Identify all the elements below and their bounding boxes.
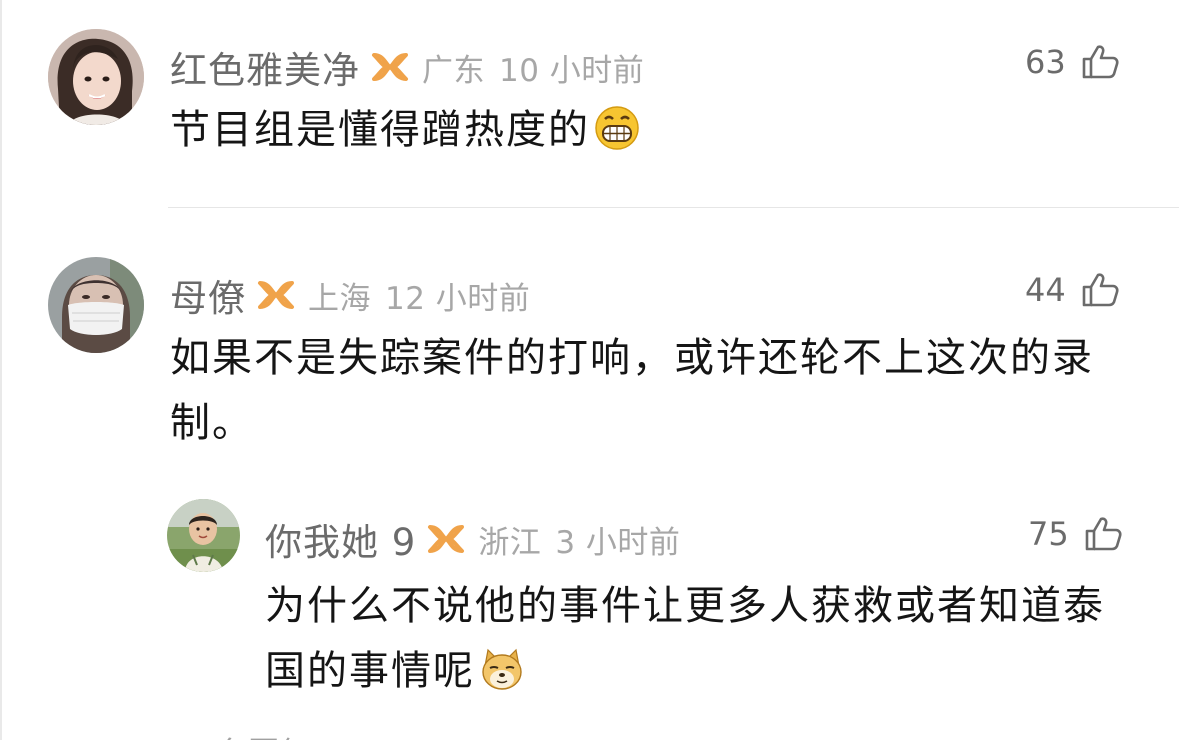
more-replies-link[interactable]: 12 条回复 <box>168 728 310 740</box>
thumbs-up-icon <box>1083 514 1123 554</box>
like-count: 63 <box>1025 43 1066 81</box>
comment-text: 如果不是失踪案件的打响，或许还轮不上这次的录制。 <box>170 335 1094 446</box>
avatar[interactable] <box>48 29 144 125</box>
timestamp: 12 小时前 <box>385 280 531 317</box>
timestamp: 10 小时前 <box>499 52 645 89</box>
comment-meta: 红色雅美净 广东 10 小时前 <box>170 40 644 94</box>
avatar[interactable] <box>48 257 144 353</box>
location: 浙江 <box>478 524 542 561</box>
like-button[interactable]: 44 <box>1025 270 1120 310</box>
username[interactable]: 母僚 <box>170 268 246 322</box>
doge-emoji-icon <box>479 646 525 692</box>
grin-emoji-icon <box>594 105 640 151</box>
location: 上海 <box>308 280 371 317</box>
avatar-woman-image <box>48 29 144 125</box>
avatar-mask-image <box>48 257 144 353</box>
like-count: 75 <box>1028 515 1069 553</box>
like-button[interactable]: 75 <box>1028 514 1123 554</box>
avatar[interactable] <box>167 499 240 572</box>
comment-divider <box>168 207 1179 208</box>
location: 广东 <box>422 52 485 89</box>
comment-meta: 母僚 上海 12 小时前 <box>170 268 530 322</box>
vip-ribbon-icon <box>256 279 296 311</box>
reply-text: 为什么不说他的事件让更多人获救或者知道泰国的事情呢 <box>265 574 1125 704</box>
left-border <box>0 0 2 740</box>
thumbs-up-icon <box>1080 270 1120 310</box>
username[interactable]: 红色雅美净 <box>170 40 360 94</box>
like-button[interactable]: 63 <box>1025 42 1120 82</box>
comment-thread: 红色雅美净 广东 10 小时前 63 节目组是懂得蹭热度的 母僚 上海 12 小… <box>0 0 1179 740</box>
reply-text-content: 为什么不说他的事件让更多人获救或者知道泰国的事情呢 <box>265 583 1105 694</box>
comment-text-content: 节目组是懂得蹭热度的 <box>170 107 590 153</box>
timestamp: 3 小时前 <box>555 524 681 561</box>
thumbs-up-icon <box>1080 42 1120 82</box>
like-count: 44 <box>1025 271 1066 309</box>
username[interactable]: 你我她 9 <box>265 512 416 566</box>
avatar-child-image <box>167 499 240 572</box>
vip-ribbon-icon <box>370 51 410 83</box>
vip-ribbon-icon <box>426 523 466 555</box>
comment-text: 节目组是懂得蹭热度的 <box>170 98 1070 163</box>
reply-meta: 你我她 9 浙江 3 小时前 <box>265 512 680 566</box>
